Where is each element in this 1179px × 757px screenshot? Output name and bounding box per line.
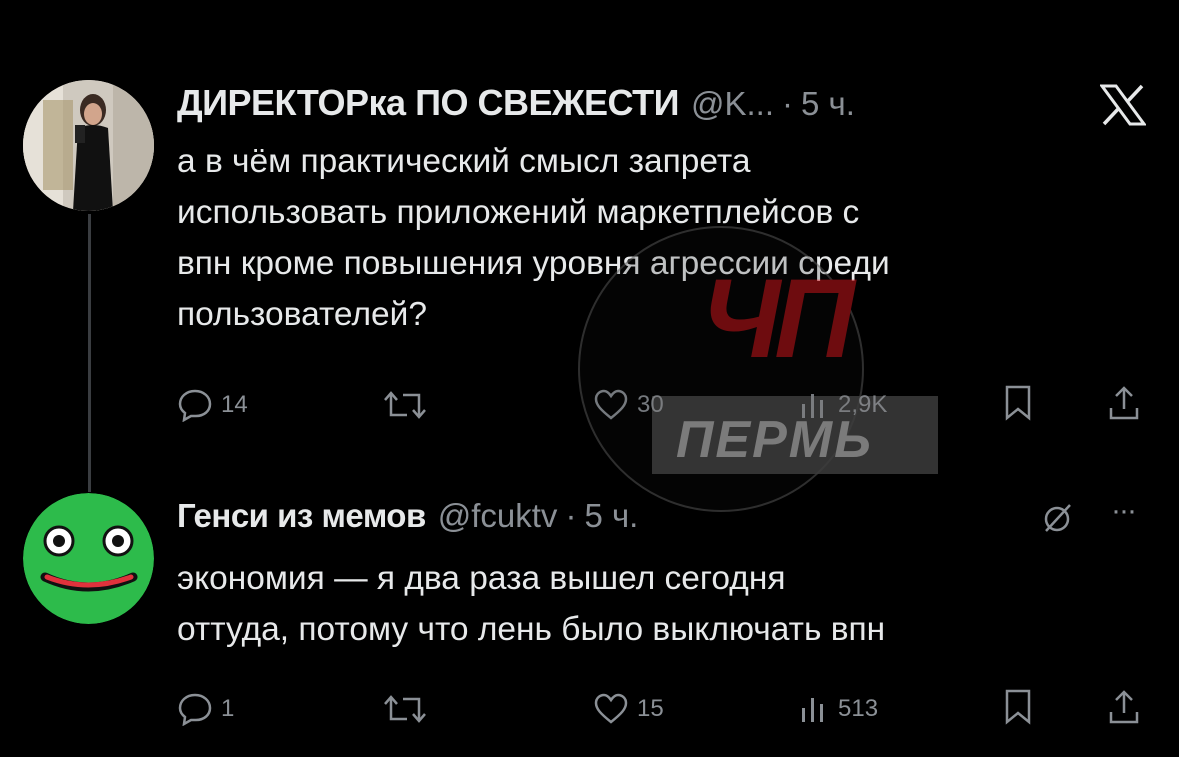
author-name[interactable]: Генси из мемов (177, 497, 426, 535)
reply-count: 1 (221, 695, 235, 722)
author-handle[interactable]: @fcuktv (438, 497, 558, 535)
bookmark-button[interactable] (1002, 384, 1034, 422)
watermark-bottom-band (652, 396, 938, 474)
tweet2-text: экономия — я два раза вышел сегодня отту… (177, 553, 1167, 655)
like-icon (594, 389, 628, 420)
like-button[interactable]: 15 (593, 692, 664, 726)
share-icon (1109, 386, 1139, 420)
views-icon (802, 394, 823, 418)
reply-icon (178, 693, 212, 726)
views-button[interactable]: 513 (798, 692, 878, 726)
more-button[interactable]: ··· (1111, 494, 1137, 528)
frog-avatar-icon (23, 493, 154, 624)
tweet-text-line: впн кроме повышения уровня агрессии сред… (177, 245, 890, 282)
tweet1-text: а в чём практический смысл запрета испол… (177, 136, 1157, 340)
tweet-text-line: а в чём практический смысл запрета (177, 143, 751, 180)
tweet-time[interactable]: 5 ч. (584, 497, 638, 535)
avatar-photo-icon (23, 80, 154, 211)
views-count: 513 (838, 695, 879, 722)
repost-icon (384, 391, 426, 419)
grok-button[interactable] (1040, 500, 1076, 541)
share-button[interactable] (1107, 688, 1141, 726)
share-icon (1109, 690, 1139, 724)
tweet-text-line: оттуда, потому что лень было выключать в… (177, 611, 886, 648)
share-button[interactable] (1107, 384, 1141, 422)
repost-button[interactable] (383, 388, 427, 422)
views-icon (802, 698, 823, 722)
author-handle[interactable]: @K... (691, 85, 774, 123)
bookmark-icon (1005, 385, 1031, 421)
like-count: 30 (637, 391, 664, 418)
like-icon (594, 693, 628, 724)
tweet-text-line: экономия — я два раза вышел сегодня (177, 560, 786, 597)
reply-button[interactable]: 1 (177, 692, 234, 726)
x-logo-icon[interactable] (1099, 84, 1147, 131)
tweet-time[interactable]: 5 ч. (801, 85, 855, 123)
reply-count: 14 (221, 391, 248, 418)
thread-connector-line (88, 214, 91, 492)
avatar[interactable] (23, 493, 154, 624)
author-name[interactable]: ДИРЕКТОРка ПО СВЕЖЕСТИ (177, 82, 679, 124)
tweet2-header: Генси из мемов @fcuktv · 5 ч. (177, 497, 638, 543)
bookmark-icon (1005, 689, 1031, 725)
meta-separator: · (781, 85, 793, 122)
bookmark-button[interactable] (1002, 688, 1034, 726)
avatar[interactable] (23, 80, 154, 211)
like-count: 15 (637, 695, 664, 722)
views-count: 2,9K (838, 391, 888, 418)
repost-button[interactable] (383, 692, 427, 726)
meta-separator: · (565, 497, 577, 534)
tweet1-header: ДИРЕКТОРка ПО СВЕЖЕСТИ @K... · 5 ч. (177, 82, 855, 128)
reply-button[interactable]: 14 (177, 388, 248, 422)
repost-icon (384, 695, 426, 723)
grok-icon (1044, 504, 1071, 532)
like-button[interactable]: 30 (593, 388, 664, 422)
tweet-text-line: пользователей? (177, 296, 427, 333)
reply-icon (178, 389, 212, 422)
views-button[interactable]: 2,9K (798, 388, 887, 422)
tweet-text-line: использовать приложений маркетплейсов с (177, 194, 860, 231)
